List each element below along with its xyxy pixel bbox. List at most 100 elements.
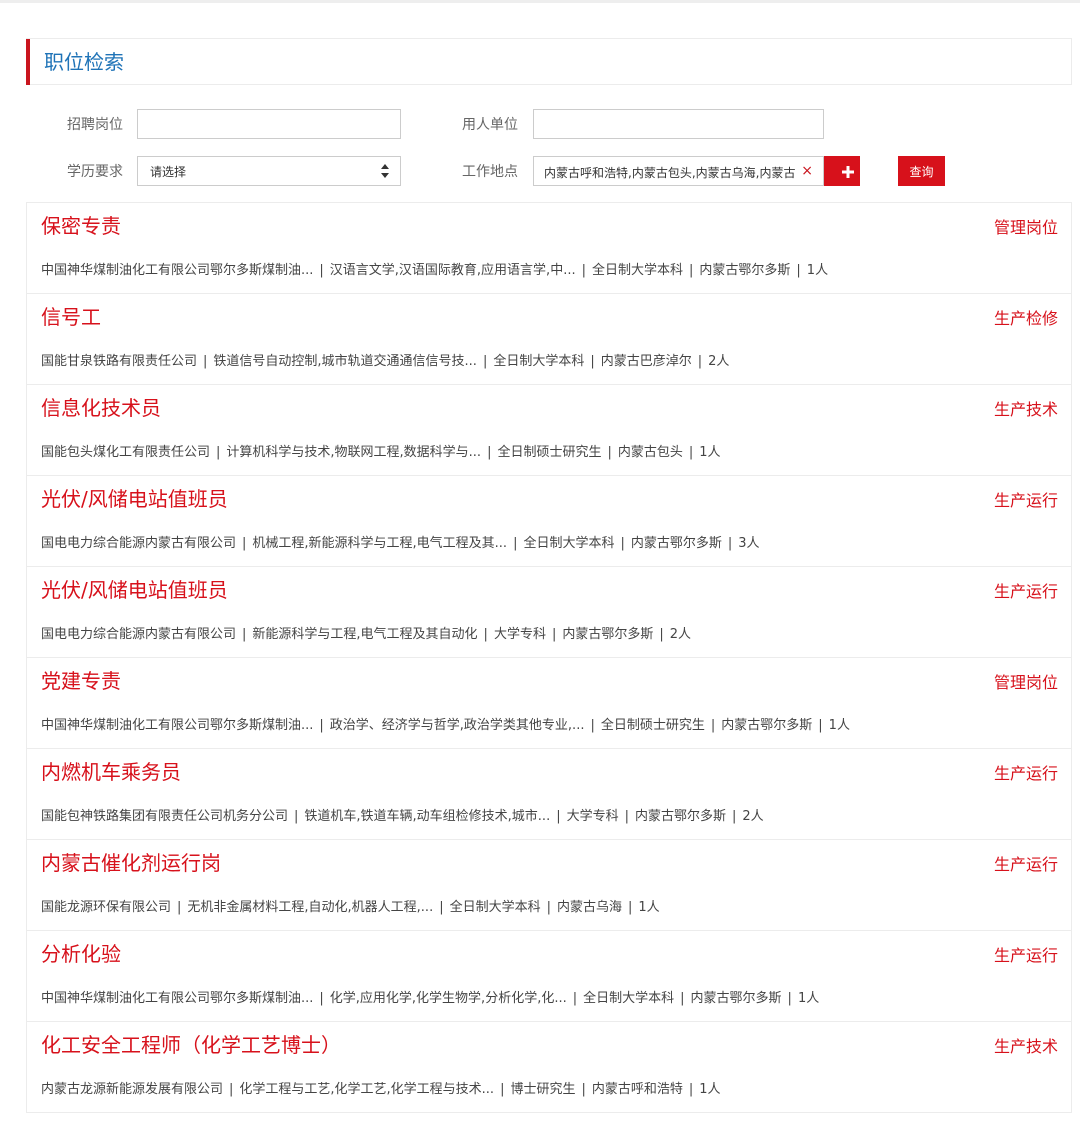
job-company: 国电电力综合能源内蒙古有限公司 [41,536,237,551]
job-education: 全日制大学本科 [523,536,615,551]
job-title[interactable]: 信息化技术员 [41,395,161,421]
job-item[interactable]: 保密专责 管理岗位中国神华煤制油化工有限公司鄂尔多斯煤制油... | 汉语言文学,汉语… [27,203,1071,294]
meta-separator: | [482,354,488,369]
location-field[interactable]: 内蒙古呼和浩特,内蒙古包头,内蒙古乌海,内蒙古鄂尔多斯 × [533,156,824,186]
job-item[interactable]: 内蒙古催化剂运行岗 生产运行国能龙源环保有限公司 | 无机非金属材料工程,自动化,机器… [27,840,1071,931]
job-count: 1人 [797,991,820,1006]
meta-separator: | [319,718,324,733]
meta-separator: | [572,991,578,1006]
job-location: 内蒙古鄂尔多斯 [721,718,813,733]
education-select[interactable]: 请选择 [137,156,401,186]
job-location: 内蒙古乌海 [557,900,623,915]
job-meta: 国能甘泉铁路有限责任公司 | 铁道信号自动控制,城市轨道交通通信信号技... | 全日制… [41,353,729,371]
meta-separator: | [319,263,324,278]
job-item[interactable]: 分析化验 生产运行中国神华煤制油化工有限公司鄂尔多斯煤制油... | 化学,应用化学,… [27,931,1071,1022]
education-selected-value: 请选择 [150,165,187,179]
job-count: 3人 [738,536,760,551]
job-meta: 国电电力综合能源内蒙古有限公司 | 新能源科学与工程,电气工程及其自动化 | 大学专科 |… [41,626,691,644]
job-item[interactable]: 光伏/风储电站值班员 生产运行 国电电力综合能源内蒙古有限公司 | 新能源科学与工程,电… [27,567,1071,658]
job-meta: 国能龙源环保有限公司 | 无机非金属材料工程,自动化,机器人工程,... | 全日制大学… [41,899,660,917]
job-location: 内蒙古巴彦淖尔 [600,354,692,369]
job-major: 铁道信号自动控制,城市轨道交通通信信号技... [213,354,477,369]
top-divider [0,0,1080,3]
meta-separator: | [710,718,716,733]
job-count: 1人 [828,718,850,733]
job-major: 汉语言文学,汉语国际教育,应用语言学,中... [329,263,576,278]
meta-separator: | [688,445,694,460]
job-title[interactable]: 内蒙古催化剂运行岗 [41,850,221,876]
meta-separator: | [689,263,694,278]
job-company: 中国神华煤制油化工有限公司鄂尔多斯煤制油... [41,263,314,278]
job-major: 政治学、经济学与哲学,政治学类其他专业,... [329,718,585,733]
search-panel-header: 职位检索 [26,38,1072,85]
job-item[interactable]: 信息化技术员 生产技术 国能包头煤化工有限责任公司 | 计算机科学与技术,物联网工程,数… [27,385,1071,476]
meta-separator: | [697,354,703,369]
job-education: 全日制大学本科 [583,991,675,1006]
position-input[interactable] [137,109,401,139]
meta-separator: | [319,991,324,1006]
job-item[interactable]: 内燃机车乘务员 生产运行国能包神铁路集团有限责任公司机务分公司 | 铁道机车,铁道车辆… [27,749,1071,840]
job-company: 国能甘泉铁路有限责任公司 [41,354,198,369]
job-company: 国能包神铁路集团有限责任公司机务分公司 [41,809,289,824]
meta-separator: | [581,1082,586,1097]
meta-separator: | [216,445,221,460]
meta-separator: | [500,1082,505,1097]
meta-separator: | [620,536,625,551]
position-label: 招聘岗位 [67,117,123,133]
job-meta: 中国神华煤制油化工有限公司鄂尔多斯煤制油... | 化学,应用化学,化学生物学,分析… [41,990,819,1008]
job-title[interactable]: 保密专责 [41,213,121,239]
job-category: 管理岗位 [993,218,1058,237]
job-title[interactable]: 光伏/风储电站值班员 [41,486,228,512]
job-category: 生产运行 [993,764,1058,783]
job-title[interactable]: 光伏/风储电站值班员 [41,577,228,603]
employer-input[interactable] [533,109,824,139]
meta-separator: | [229,1082,234,1097]
job-major: 计算机科学与技术,物联网工程,数据科学与... [226,445,482,460]
meta-separator: | [590,354,595,369]
meta-separator: | [680,991,685,1006]
meta-separator: | [294,809,299,824]
job-title[interactable]: 分析化验 [41,941,121,967]
query-button[interactable]: 查询 [898,156,945,186]
job-count: 1人 [806,263,829,278]
meta-separator: | [732,809,737,824]
job-location: 内蒙古呼和浩特 [591,1082,683,1097]
meta-separator: | [624,809,629,824]
job-item[interactable]: 光伏/风储电站值班员 生产运行 国电电力综合能源内蒙古有限公司 | 机械工程,新能源科学… [27,476,1071,567]
job-count: 2人 [742,809,764,824]
add-location-button[interactable] [824,156,860,186]
clear-icon[interactable]: × [801,162,813,180]
meta-separator: | [628,900,633,915]
job-category: 生产运行 [993,946,1058,965]
job-category: 生产运行 [993,491,1058,510]
job-education: 大学专科 [493,627,546,642]
meta-separator: | [439,900,444,915]
location-label: 工作地点 [462,164,518,180]
job-count: 2人 [708,354,730,369]
job-major: 化学,应用化学,化学生物学,分析化学,化... [329,991,567,1006]
job-education: 全日制大学本科 [591,263,683,278]
meta-separator: | [546,900,551,915]
job-item[interactable]: 化工安全工程师（化学工艺博士） 生产技术 内蒙古龙源新能源发展有限公司 | 化学工程与工… [27,1022,1071,1112]
job-education: 全日制大学本科 [493,354,585,369]
job-item[interactable]: 信号工 生产检修国能甘泉铁路有限责任公司 | 铁道信号自动控制,城市轨道交通通信信号技… [27,294,1071,385]
job-title[interactable]: 内燃机车乘务员 [41,759,181,785]
job-list: 保密专责 管理岗位中国神华煤制油化工有限公司鄂尔多斯煤制油... | 汉语言文学,汉语… [26,202,1072,1113]
location-value: 内蒙古呼和浩特,内蒙古包头,内蒙古乌海,内蒙古鄂尔多斯 [544,166,796,180]
meta-separator: | [556,809,561,824]
job-major: 铁道机车,铁道车辆,动车组检修技术,城市... [304,809,551,824]
meta-separator: | [688,1082,694,1097]
job-title[interactable]: 信号工 [41,304,101,330]
job-title[interactable]: 党建专责 [41,668,121,694]
job-meta: 中国神华煤制油化工有限公司鄂尔多斯煤制油... | 政治学、经济学与哲学,政治学类其… [41,717,850,735]
meta-separator: | [242,627,247,642]
meta-separator: | [487,445,492,460]
job-title[interactable]: 化工安全工程师（化学工艺博士） [41,1032,341,1058]
education-label: 学历要求 [67,164,123,180]
accent-bar [26,39,30,85]
job-major: 无机非金属材料工程,自动化,机器人工程,... [187,900,434,915]
job-company: 国能龙源环保有限公司 [41,900,172,915]
job-item[interactable]: 党建专责 管理岗位 中国神华煤制油化工有限公司鄂尔多斯煤制油... | 政治学、经济学与… [27,658,1071,749]
job-category: 生产运行 [993,855,1058,874]
job-category: 生产检修 [993,309,1058,328]
